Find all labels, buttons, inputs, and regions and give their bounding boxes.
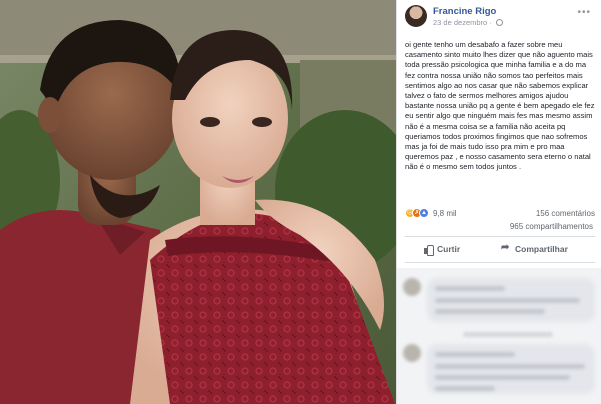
share-button-label: Compartilhar	[515, 244, 568, 254]
more-options-icon[interactable]: •••	[577, 7, 591, 18]
post-date[interactable]: 23 de dezembro	[433, 18, 487, 27]
like-icon: ▲	[419, 208, 429, 218]
author-avatar[interactable]	[405, 5, 427, 27]
commenter-avatar	[403, 344, 421, 362]
share-button[interactable]: Compartilhar	[501, 240, 568, 258]
post-actions: Curtir Compartilhar	[405, 240, 595, 258]
globe-icon	[495, 19, 503, 26]
comment-count[interactable]: 156 comentários	[536, 209, 595, 218]
post-meta: 23 de dezembro ·	[433, 18, 503, 27]
post-header: Francine Rigo 23 de dezembro · •••	[405, 5, 595, 29]
blurred-text	[435, 375, 570, 380]
thumbs-up-icon	[423, 244, 434, 256]
blurred-text	[435, 286, 505, 291]
reaction-count[interactable]: 9,8 mil	[433, 209, 457, 218]
blurred-text	[435, 364, 585, 369]
share-count[interactable]: 965 compartilhamentos	[510, 222, 593, 231]
reactions-bar[interactable]: ☹ ✗ ▲ 9,8 mil 156 comentários	[405, 207, 595, 221]
couple-photo-illustration	[0, 0, 396, 404]
blurred-text	[435, 386, 495, 391]
like-button[interactable]: Curtir	[423, 240, 460, 258]
comments-section	[397, 268, 601, 404]
post-panel: Francine Rigo 23 de dezembro · ••• oi ge…	[396, 0, 601, 404]
share-icon	[501, 242, 511, 254]
post-photo[interactable]	[0, 0, 396, 404]
author-name[interactable]: Francine Rigo	[433, 6, 496, 17]
separator-dot: ·	[489, 18, 492, 27]
divider	[405, 236, 595, 237]
post-text: oi gente tenho um desabafo a fazer sobre…	[405, 40, 595, 172]
blurred-text	[463, 332, 553, 337]
blurred-text	[435, 309, 545, 314]
blurred-text	[435, 352, 515, 357]
blurred-text	[435, 298, 580, 303]
like-button-label: Curtir	[437, 244, 461, 254]
divider	[405, 262, 595, 263]
commenter-avatar	[403, 278, 421, 296]
